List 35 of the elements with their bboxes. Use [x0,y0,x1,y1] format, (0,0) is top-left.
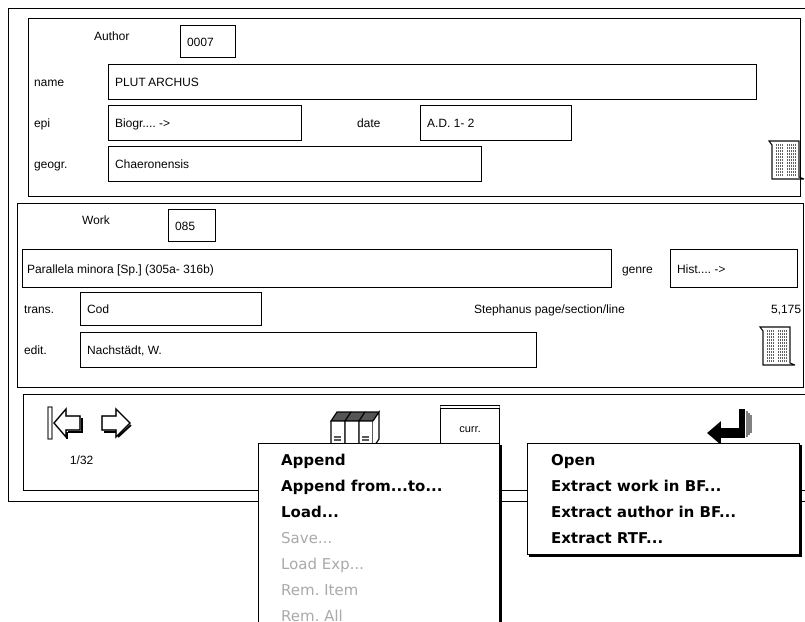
text-field[interactable]: Hist.... -> [670,249,798,288]
text-field[interactable]: Chaeronensis [108,146,482,182]
field-label: name [34,75,66,89]
text-field[interactable]: Cod [80,292,262,326]
text-field[interactable]: Nachstädt, W. [80,332,537,368]
text-field[interactable]: Parallela minora [Sp.] (305a- 316b) [22,249,612,288]
menu-item[interactable]: Append from...to... [281,473,499,499]
field-label: edit. [23,343,48,357]
menu-item[interactable]: Load... [281,499,499,525]
menu-item: Rem. All [281,606,344,622]
field-label: Work [81,212,111,227]
text-field[interactable]: Biogr.... -> [108,105,302,141]
text-field[interactable]: PLUT ARCHUS [108,64,757,100]
record-counter: 1/32 [70,453,94,467]
field-label: trans. [23,302,56,316]
menu-item: Load Exp... [281,554,365,575]
stephanus-value: 5,175 [770,302,801,316]
document-icon[interactable] [766,139,805,181]
menu-item: Rem. Item [281,580,360,601]
field-label: epi [34,116,52,130]
text-field[interactable]: A.D. 1- 2 [420,105,572,141]
field-label: Stephanus page/section/line [474,302,626,316]
menu-item[interactable]: Extract work in BF... [551,473,799,499]
field-label: genre [621,262,654,276]
first-record-arrow-icon[interactable] [46,405,86,441]
text-field[interactable]: 085 [168,209,216,242]
menu-item[interactable]: Open [551,447,799,473]
field-label: geogr. [34,157,68,171]
menu-item[interactable]: Extract author in BF... [551,499,799,525]
menu-item[interactable]: Extract RTF... [551,525,799,551]
menu-item: Save... [281,528,334,549]
book-label: curr. [459,423,481,437]
field-label: date [356,116,382,130]
text-field[interactable]: 0007 [180,25,236,58]
field-label: Author [93,28,130,43]
